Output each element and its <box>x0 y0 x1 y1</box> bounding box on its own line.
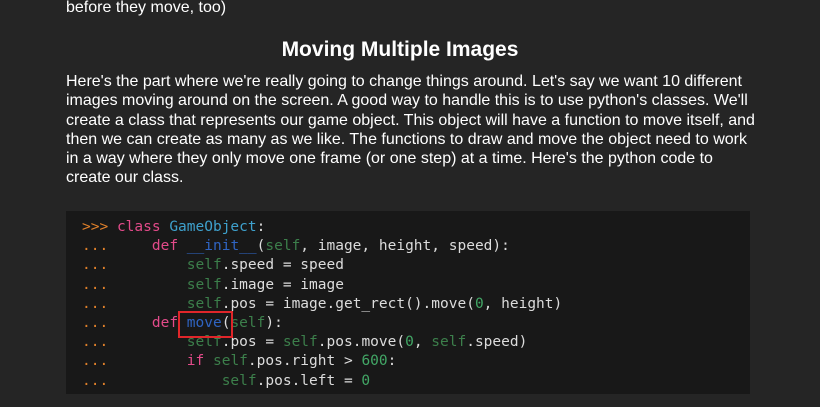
code-prompt: ... <box>82 372 109 389</box>
code-line: ... if self.pos.right > 600: <box>82 353 397 370</box>
code-line: ... def __init__(self, image, height, sp… <box>82 238 510 255</box>
section-heading: Moving Multiple Images <box>281 38 519 61</box>
code-prompt: ... <box>82 334 109 351</box>
code-block: >>> class GameObject: ... def __init__(se… <box>66 211 750 394</box>
code-prompt: ... <box>82 295 109 312</box>
code-listing: >>> class GameObject: ... def __init__(se… <box>66 211 750 391</box>
code-line: ... def move(self): <box>82 314 283 331</box>
section-paragraph: Here's the part where we're really going… <box>66 73 755 187</box>
code-prompt: ... <box>82 314 109 331</box>
code-line: >>> class GameObject: <box>82 219 266 235</box>
code-prompt: ... <box>82 276 109 293</box>
code-prompt: >>> <box>82 219 109 235</box>
code-line: ... self.image = image <box>82 276 344 293</box>
code-line: ... self.pos = self.pos.move(0, self.spe… <box>82 334 528 351</box>
code-prompt: ... <box>82 353 109 370</box>
code-line: ... self.pos = image.get_rect().move(0, … <box>82 295 563 312</box>
preceding-text-fragment: before they move, too) <box>66 0 227 16</box>
code-prompt: ... <box>82 238 109 255</box>
code-prompt: ... <box>82 257 109 274</box>
code-line: ... self.pos.left = 0 <box>82 372 371 389</box>
code-line: ... self.speed = speed <box>82 257 344 274</box>
